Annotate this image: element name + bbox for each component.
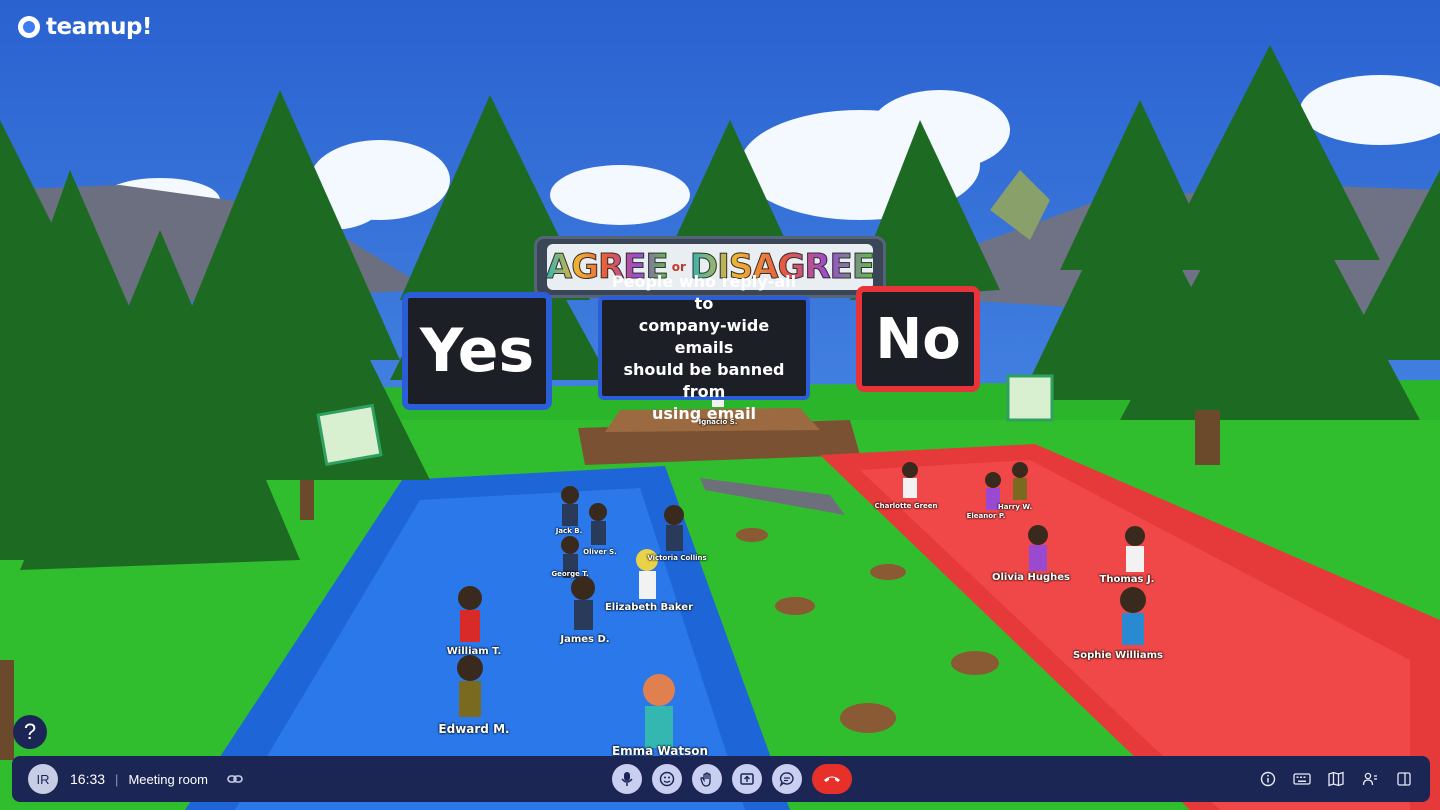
separator: |	[115, 771, 119, 787]
share-screen-icon[interactable]	[732, 764, 762, 794]
emoji-icon[interactable]	[652, 764, 682, 794]
avatar-label[interactable]: Oliver S.	[583, 548, 617, 556]
help-button[interactable]: ?	[13, 715, 47, 749]
user-avatar[interactable]: IR	[28, 764, 58, 794]
info-icon[interactable]	[1258, 769, 1278, 789]
yes-sign: Yes	[402, 292, 552, 410]
avatar-label[interactable]: George T.	[551, 570, 588, 578]
avatar-label[interactable]: Eleanor P.	[967, 512, 1006, 520]
copy-link-icon[interactable]	[226, 770, 244, 788]
question-line: company-wide emails	[638, 316, 770, 357]
avatar-label-host[interactable]: Ignacio S.	[699, 418, 738, 426]
teamup-logo: teamup!	[18, 14, 152, 40]
raise-hand-icon[interactable]	[692, 764, 722, 794]
bottom-toolbar: IR 16:33 | Meeting room	[12, 756, 1430, 802]
question-board: People who reply-all to company-wide ema…	[598, 272, 810, 423]
call-controls	[612, 764, 852, 794]
avatar-label[interactable]: James D.	[560, 634, 609, 645]
avatar-label[interactable]: Olivia Hughes	[992, 572, 1070, 583]
avatar-label[interactable]: Sophie Williams	[1073, 650, 1163, 661]
teamup-logo-icon	[18, 16, 40, 38]
question-line: should be banned from	[623, 360, 785, 401]
room-name: Meeting room	[128, 771, 208, 787]
avatar-label[interactable]: Victoria Collins	[647, 554, 706, 562]
avatar-label[interactable]: Elizabeth Baker	[605, 602, 693, 613]
no-sign: No	[856, 286, 980, 392]
map-icon[interactable]	[1326, 769, 1346, 789]
clock-time: 16:33	[70, 771, 106, 787]
keyboard-icon[interactable]	[1292, 769, 1312, 789]
avatar-label[interactable]: Edward M.	[438, 722, 509, 736]
sidebar-toggle-icon[interactable]	[1394, 769, 1414, 789]
avatar-label[interactable]: Harry W.	[998, 503, 1032, 511]
logo-text: teamup!	[46, 14, 152, 40]
end-call-icon[interactable]	[812, 764, 852, 794]
avatar-label[interactable]: Charlotte Green	[874, 502, 937, 510]
avatar-label[interactable]: Thomas J.	[1100, 574, 1155, 585]
avatar-label[interactable]: Jack B.	[556, 527, 583, 535]
avatar-label[interactable]: William T.	[447, 646, 502, 657]
right-controls	[1258, 769, 1414, 789]
question-line: People who reply-all to	[611, 272, 797, 313]
chat-icon[interactable]	[772, 764, 802, 794]
participants-icon[interactable]	[1360, 769, 1380, 789]
microphone-icon[interactable]	[612, 764, 642, 794]
